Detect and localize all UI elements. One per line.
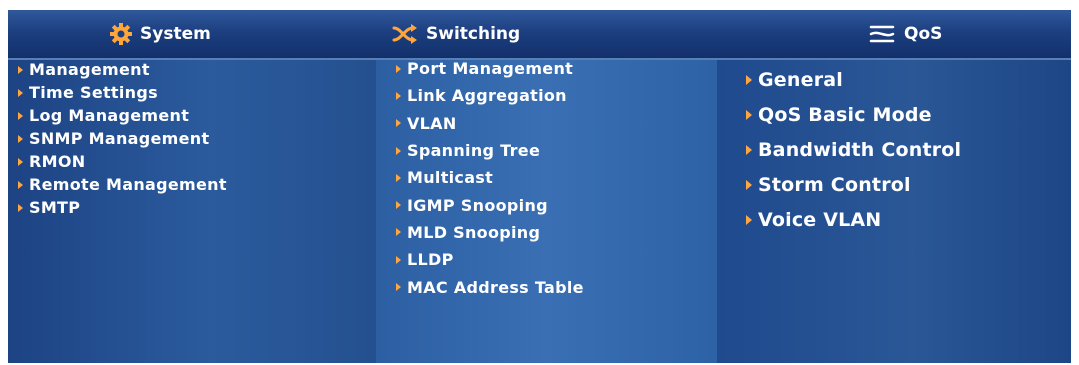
bullet-arrow-icon [396, 173, 401, 182]
bullet-arrow-icon [746, 109, 752, 120]
menu-item-mld-snooping[interactable]: MLD Snooping [396, 219, 584, 246]
menu-header-bar: System Switching QoS [8, 10, 1071, 60]
bullet-arrow-icon [396, 91, 401, 100]
bullet-arrow-icon [18, 203, 23, 212]
menu-item-general[interactable]: General [746, 62, 961, 97]
menu-item-remote-management[interactable]: Remote Management [18, 173, 227, 196]
menu-item-spanning-tree[interactable]: Spanning Tree [396, 137, 584, 164]
gear-icon [110, 23, 132, 45]
bullet-arrow-icon [396, 283, 401, 292]
bullet-arrow-icon [746, 214, 752, 225]
header-qos[interactable]: QoS [868, 10, 942, 58]
menu-item-management[interactable]: Management [18, 58, 227, 81]
header-system-label: System [140, 24, 211, 44]
menu-item-link-aggregation[interactable]: Link Aggregation [396, 82, 584, 109]
menu-item-vlan[interactable]: VLAN [396, 110, 584, 137]
menu-item-voice-vlan[interactable]: Voice VLAN [746, 202, 961, 237]
switch-arrows-icon [392, 23, 418, 45]
menu-item-storm-control[interactable]: Storm Control [746, 167, 961, 202]
bullet-arrow-icon [746, 179, 752, 190]
menu-item-snmp-management[interactable]: SNMP Management [18, 127, 227, 150]
menu-item-rmon[interactable]: RMON [18, 150, 227, 173]
bullet-arrow-icon [746, 144, 752, 155]
menu-item-smtp[interactable]: SMTP [18, 196, 227, 219]
bullet-arrow-icon [18, 180, 23, 189]
bullet-arrow-icon [18, 134, 23, 143]
system-menu: Management Time Settings Log Management … [18, 58, 227, 219]
bullet-arrow-icon [396, 228, 401, 237]
bullet-arrow-icon [396, 255, 401, 264]
menu-item-time-settings[interactable]: Time Settings [18, 81, 227, 104]
bullet-arrow-icon [396, 146, 401, 155]
bullet-arrow-icon [746, 74, 752, 85]
bullet-arrow-icon [18, 111, 23, 120]
qos-menu: General QoS Basic Mode Bandwidth Control… [746, 62, 961, 237]
menu-item-igmp-snooping[interactable]: IGMP Snooping [396, 191, 584, 218]
menu-item-log-management[interactable]: Log Management [18, 104, 227, 127]
header-qos-label: QoS [904, 24, 943, 44]
menu-item-lldp[interactable]: LLDP [396, 246, 584, 273]
header-switching-label: Switching [426, 24, 521, 44]
menu-item-mac-address-table[interactable]: MAC Address Table [396, 273, 584, 300]
bullet-arrow-icon [396, 119, 401, 128]
bullet-arrow-icon [18, 65, 23, 74]
switching-menu: Port Management Link Aggregation VLAN Sp… [396, 55, 584, 301]
bullet-arrow-icon [396, 64, 401, 73]
menu-item-multicast[interactable]: Multicast [396, 164, 584, 191]
menu-item-qos-basic-mode[interactable]: QoS Basic Mode [746, 97, 961, 132]
menu-item-bandwidth-control[interactable]: Bandwidth Control [746, 132, 961, 167]
bullet-arrow-icon [18, 157, 23, 166]
bullet-arrow-icon [396, 201, 401, 210]
header-system[interactable]: System [110, 10, 211, 58]
qos-lines-icon [868, 23, 896, 45]
header-switching[interactable]: Switching [392, 10, 520, 58]
menu-item-port-management[interactable]: Port Management [396, 55, 584, 82]
bullet-arrow-icon [18, 88, 23, 97]
